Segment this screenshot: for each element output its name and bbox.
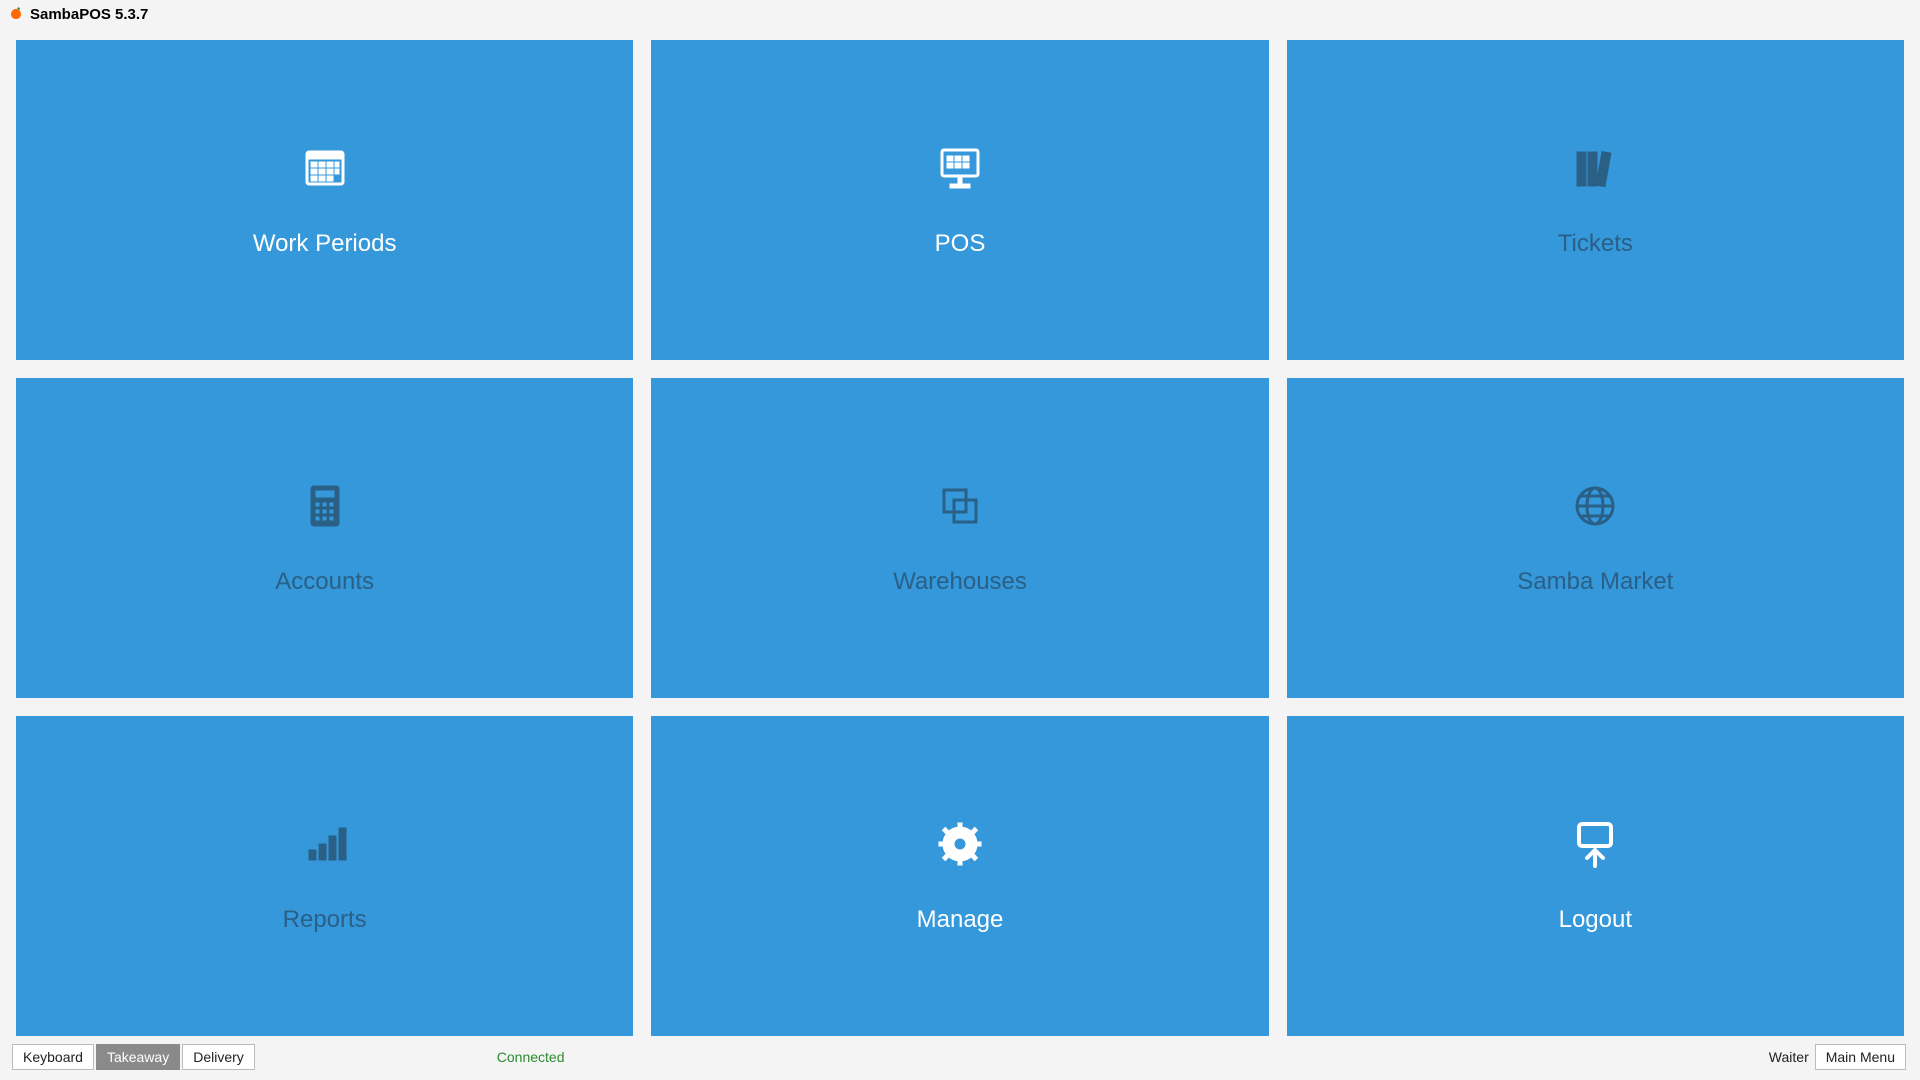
- delivery-button[interactable]: Delivery: [182, 1044, 255, 1070]
- tile-label: Work Periods: [253, 230, 397, 258]
- tile-label: Warehouses: [893, 568, 1027, 596]
- tile-pos[interactable]: POS: [651, 40, 1268, 360]
- tile-label: Tickets: [1558, 230, 1633, 258]
- calculator-icon: [299, 480, 351, 532]
- bars-icon: [299, 818, 351, 870]
- footer-left: Keyboard Takeaway Delivery: [12, 1044, 257, 1070]
- tile-work-periods[interactable]: Work Periods: [16, 40, 633, 360]
- app-logo-icon: [8, 6, 24, 22]
- takeaway-button[interactable]: Takeaway: [96, 1044, 180, 1070]
- footer: Keyboard Takeaway Delivery Connected Wai…: [0, 1040, 1920, 1080]
- tile-label: Samba Market: [1517, 568, 1673, 596]
- main-menu-grid: Work Periods POS Tickets Accounts Wareho: [16, 40, 1904, 1036]
- calendar-icon: [299, 142, 351, 194]
- connection-status: Connected: [497, 1049, 565, 1065]
- books-icon: [1569, 142, 1621, 194]
- tile-manage[interactable]: Manage: [651, 716, 1268, 1036]
- tile-reports[interactable]: Reports: [16, 716, 633, 1036]
- tile-label: Logout: [1559, 906, 1632, 934]
- monitor-icon: [934, 142, 986, 194]
- keyboard-button[interactable]: Keyboard: [12, 1044, 94, 1070]
- current-user: Waiter: [1769, 1049, 1809, 1065]
- logout-icon: [1569, 818, 1621, 870]
- tile-tickets[interactable]: Tickets: [1287, 40, 1904, 360]
- tile-label: POS: [935, 230, 986, 258]
- footer-right: Waiter Main Menu: [1769, 1044, 1908, 1070]
- gear-icon: [934, 818, 986, 870]
- app-title: SambaPOS 5.3.7: [30, 6, 148, 23]
- tile-accounts[interactable]: Accounts: [16, 378, 633, 698]
- titlebar: SambaPOS 5.3.7: [0, 0, 1920, 28]
- tile-label: Manage: [917, 906, 1004, 934]
- main-menu-button[interactable]: Main Menu: [1815, 1044, 1906, 1070]
- tile-label: Reports: [283, 906, 367, 934]
- tile-warehouses[interactable]: Warehouses: [651, 378, 1268, 698]
- tile-samba-market[interactable]: Samba Market: [1287, 378, 1904, 698]
- globe-icon: [1569, 480, 1621, 532]
- tile-logout[interactable]: Logout: [1287, 716, 1904, 1036]
- main-grid-wrap: Work Periods POS Tickets Accounts Wareho: [0, 28, 1920, 1040]
- copy-icon: [934, 480, 986, 532]
- tile-label: Accounts: [275, 568, 374, 596]
